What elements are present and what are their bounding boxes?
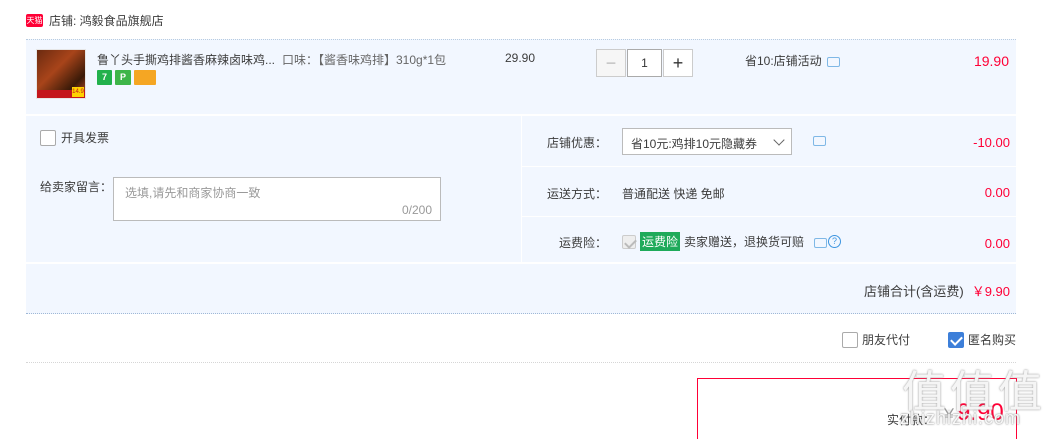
tmall-icon: 天猫 xyxy=(26,13,43,27)
thumbnail-price-tag: 14.9 xyxy=(72,87,84,97)
unit-price: 29.90 xyxy=(505,51,536,65)
chevron-down-icon xyxy=(773,134,785,146)
subtotal-amount: ￥9.90 xyxy=(971,284,1010,299)
coupon-amount: -10.00 xyxy=(973,135,1010,150)
memo-char-count: 0/200 xyxy=(401,203,432,217)
invoice-label: 开具发票 xyxy=(61,131,110,145)
shop-coupon-row: 店铺优惠： 省10元:鸡排10元隐藏券 -10.00 xyxy=(522,116,1017,167)
order-options: 开具发票 给卖家留言： 选填,请先和商家协商一致 0/200 店铺优惠： 省10… xyxy=(26,116,1017,262)
shop-subtotal: 店铺合计(含运费) ￥9.90 xyxy=(864,281,1010,300)
coupon-selected-value: 省10元:鸡排10元隐藏券 xyxy=(631,137,758,151)
friend-pay-option[interactable]: 朋友代付 xyxy=(841,331,910,348)
help-icon[interactable]: ? xyxy=(828,235,842,248)
shipping-label: 运送方式： xyxy=(547,187,608,201)
insurance-label: 运费险： xyxy=(559,236,608,250)
quantity-input[interactable]: 1 xyxy=(627,49,662,77)
invoice-option[interactable]: 开具发票 xyxy=(40,129,109,146)
insurance-checkbox[interactable] xyxy=(622,234,636,249)
divider xyxy=(26,362,1016,363)
coupon-select[interactable]: 省10元:鸡排10元隐藏券 xyxy=(622,128,792,155)
promotion-text: 省10:店铺活动 xyxy=(745,54,822,68)
order-fees: 店铺优惠： 省10元:鸡排10元隐藏券 -10.00 运送方式： 普通配送 快递… xyxy=(521,116,1017,262)
shipping-amount: 0.00 xyxy=(984,185,1010,200)
shop-subtotal-row: 店铺合计(含运费) ￥9.90 xyxy=(26,264,1016,314)
promotion-info-icon[interactable] xyxy=(826,56,840,67)
product-thumbnail[interactable]: 14.9 xyxy=(36,49,86,99)
memo-placeholder: 选填,请先和商家协商一致 xyxy=(125,186,261,200)
product-spec: 口味：【酱香味鸡排】310g*1包 xyxy=(282,53,447,67)
order-item-row: 14.9 鲁丫头手撕鸡排酱香麻辣卤味鸡... 口味：【酱香味鸡排】310g*1包… xyxy=(26,39,1016,114)
insurance-option: 运费险 卖家赠送，退换货可赔 ? xyxy=(622,232,842,251)
shipping-row: 运送方式： 普通配送 快递 免邮 0.00 xyxy=(522,167,1017,217)
coupon-info-icon[interactable] xyxy=(813,136,826,146)
insurance-desc: 卖家赠送，退换货可赔 xyxy=(684,235,805,249)
service-icons: 7 P xyxy=(97,70,156,85)
anonymous-label: 匿名购买 xyxy=(967,333,1016,347)
item-promotion: 省10:店铺活动 xyxy=(745,52,840,69)
product-title[interactable]: 鲁丫头手撕鸡排酱香麻辣卤味鸡... xyxy=(97,51,275,68)
memo-label: 给卖家留言： xyxy=(40,180,113,194)
anonymous-option[interactable]: 匿名购买 xyxy=(947,331,1016,348)
payment-options: 朋友代付 匿名购买 xyxy=(808,331,1016,348)
seven-day-return-icon[interactable]: 7 xyxy=(97,70,112,85)
invoice-checkbox[interactable] xyxy=(40,129,56,146)
insurance-amount: 0.00 xyxy=(984,236,1010,251)
seller-memo-input[interactable]: 选填,请先和商家协商一致 0/200 xyxy=(113,177,441,221)
watermark-text: zhizhizhi.com xyxy=(900,408,1022,428)
shop-name[interactable]: 店铺: 鸿毅食品旗舰店 xyxy=(49,12,164,29)
insurance-badge: 运费险 xyxy=(640,232,681,251)
credit-card-icon[interactable] xyxy=(134,70,156,85)
friend-pay-label: 朋友代付 xyxy=(861,333,910,347)
subtotal-label: 店铺合计(含运费) xyxy=(864,284,964,299)
coupon-label: 店铺优惠： xyxy=(547,136,608,150)
shipping-method: 普通配送 快递 免邮 xyxy=(622,187,725,201)
shop-header: 天猫 店铺: 鸿毅食品旗舰店 xyxy=(26,12,164,28)
anonymous-checkbox[interactable] xyxy=(947,331,964,348)
quantity-stepper: − 1 + xyxy=(596,49,693,77)
site-watermark: 值 值 值 zhizhizhi.com xyxy=(900,356,1048,439)
decrease-quantity-button[interactable]: − xyxy=(596,49,626,77)
increase-quantity-button[interactable]: + xyxy=(663,49,693,77)
insurance-row: 运费险： 运费险 卖家赠送，退换货可赔 ? 0.00 xyxy=(522,217,1017,262)
buyer-options: 开具发票 给卖家留言： 选填,请先和商家协商一致 0/200 xyxy=(26,116,521,262)
friend-pay-checkbox[interactable] xyxy=(841,331,858,348)
item-total-price: 19.90 xyxy=(973,53,1009,69)
insurance-chat-icon[interactable] xyxy=(814,237,828,248)
guarantee-icon[interactable]: P xyxy=(115,70,131,85)
